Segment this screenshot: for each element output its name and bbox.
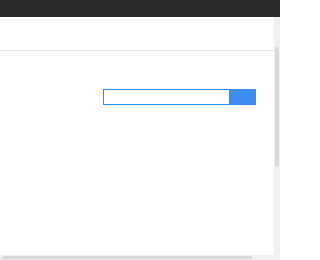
nav-item[interactable]: [109, 4, 133, 11]
news-ticker: [0, 17, 280, 49]
nav-item[interactable]: [207, 4, 227, 11]
search-brand-label: [61, 91, 103, 103]
nav-item[interactable]: [251, 4, 273, 11]
ticker-line[interactable]: [112, 30, 162, 35]
ticker-line[interactable]: [220, 30, 272, 35]
ticker-line[interactable]: [166, 30, 216, 35]
nav-item[interactable]: [28, 4, 52, 11]
ticker-line[interactable]: [220, 38, 272, 43]
ticker-line[interactable]: [166, 22, 216, 27]
ticker-line[interactable]: [220, 22, 272, 27]
ticker-column: [58, 17, 108, 49]
ticker-line[interactable]: [4, 22, 54, 27]
ticker-line[interactable]: [166, 38, 216, 43]
ticker-line[interactable]: [112, 22, 162, 27]
ticker-line[interactable]: [58, 22, 108, 27]
nav-item[interactable]: [82, 4, 106, 11]
top-nav-bar: [0, 0, 280, 17]
horizontal-scrollbar-thumb[interactable]: [2, 256, 252, 259]
ticker-line[interactable]: [58, 30, 108, 35]
divider: [0, 50, 280, 51]
vertical-scrollbar[interactable]: [274, 17, 280, 260]
nav-item[interactable]: [229, 4, 249, 11]
nav-item[interactable]: [6, 4, 26, 11]
ticker-column: [112, 17, 162, 49]
nav-item[interactable]: [55, 4, 79, 11]
ticker-column: [166, 17, 216, 49]
search-hint-text: [120, 166, 210, 178]
ticker-column: [220, 17, 272, 49]
nav-item[interactable]: [187, 4, 205, 11]
ticker-line[interactable]: [4, 38, 54, 43]
horizontal-scrollbar[interactable]: [0, 255, 274, 260]
ticker-column: [4, 17, 54, 49]
ticker-line[interactable]: [58, 38, 108, 43]
vertical-scrollbar-thumb[interactable]: [275, 47, 279, 167]
search-input[interactable]: [107, 92, 200, 102]
search-scope-selector[interactable]: [200, 92, 226, 103]
ticker-line[interactable]: [112, 38, 162, 43]
search-box: [103, 89, 230, 105]
nav-item[interactable]: [136, 4, 160, 11]
search-button[interactable]: [230, 89, 256, 105]
nav-item[interactable]: [163, 4, 185, 11]
ticker-line[interactable]: [4, 30, 54, 35]
